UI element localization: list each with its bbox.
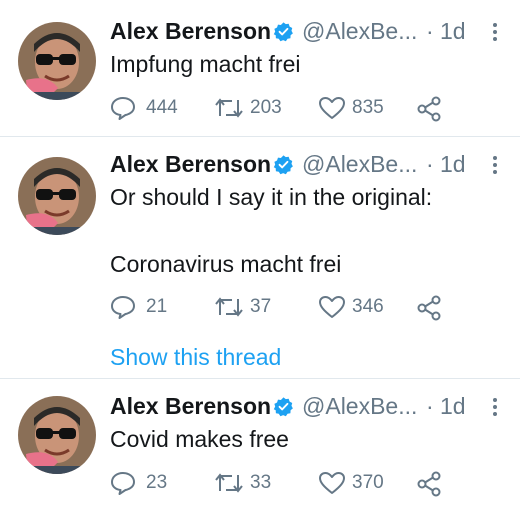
- reply-count: 21: [146, 296, 168, 317]
- separator-dot: ·: [426, 393, 434, 419]
- retweet-icon: [215, 297, 243, 317]
- verified-badge-icon: [273, 397, 293, 417]
- more-options-icon[interactable]: [492, 22, 498, 42]
- avatar[interactable]: [18, 22, 96, 100]
- show-thread-link[interactable]: Show this thread: [110, 342, 281, 372]
- tweet-1[interactable]: Alex Berenson @AlexBe... · 1d Impfung ma…: [0, 0, 520, 136]
- separator-dot: ·: [426, 18, 434, 44]
- author-name[interactable]: Alex Berenson: [110, 16, 271, 46]
- tweet-header: Alex Berenson @AlexBe... · 1d: [110, 391, 520, 421]
- tweet-actions: 21 37 346: [110, 292, 510, 322]
- tweet-header: Alex Berenson @AlexBe... · 1d: [110, 149, 520, 179]
- author-name[interactable]: Alex Berenson: [110, 391, 271, 421]
- timestamp[interactable]: 1d: [440, 16, 466, 46]
- tweet-header: Alex Berenson @AlexBe... · 1d: [110, 16, 520, 46]
- avatar[interactable]: [18, 157, 96, 235]
- share-icon[interactable]: [416, 471, 442, 497]
- avatar[interactable]: [18, 396, 96, 474]
- reply-icon: [111, 97, 135, 120]
- like-count: 835: [352, 97, 384, 118]
- like-icon: [319, 296, 345, 318]
- author-handle[interactable]: @AlexBe...: [302, 391, 417, 421]
- tweet-text: Impfung macht frei: [110, 51, 301, 77]
- verified-badge-icon: [273, 22, 293, 42]
- like-count: 346: [352, 296, 384, 317]
- tweet-text: Covid makes free: [110, 426, 289, 452]
- verified-badge-icon: [273, 155, 293, 175]
- reply-count: 23: [146, 472, 168, 493]
- timestamp[interactable]: 1d: [440, 149, 466, 179]
- author-name[interactable]: Alex Berenson: [110, 149, 271, 179]
- share-icon[interactable]: [416, 295, 442, 321]
- retweet-count: 33: [250, 472, 272, 493]
- reply-count: 444: [146, 97, 178, 118]
- retweet-icon: [215, 473, 243, 493]
- share-icon[interactable]: [416, 96, 442, 122]
- tweet-text-line-1: Or should I say it in the original:: [110, 184, 433, 210]
- like-icon: [319, 472, 345, 494]
- retweet-count: 203: [250, 97, 282, 118]
- separator-dot: ·: [426, 151, 434, 177]
- reply-icon: [111, 472, 135, 495]
- author-handle[interactable]: @AlexBe...: [302, 16, 417, 46]
- tweet-text-line-2: Coronavirus macht frei: [110, 251, 342, 277]
- tweet-2[interactable]: Alex Berenson @AlexBe... · 1d Or should …: [0, 137, 520, 377]
- reply-icon: [111, 296, 135, 319]
- tweet-actions: 23 33 370: [110, 468, 510, 498]
- timestamp[interactable]: 1d: [440, 391, 466, 421]
- retweet-count: 37: [250, 296, 272, 317]
- tweet-actions: 444 203 835: [110, 93, 510, 123]
- retweet-icon: [215, 98, 243, 118]
- like-count: 370: [352, 472, 384, 493]
- author-handle[interactable]: @AlexBe...: [302, 149, 417, 179]
- tweet-3[interactable]: Alex Berenson @AlexBe... · 1d Covid make…: [0, 379, 520, 520]
- more-options-icon[interactable]: [492, 155, 498, 175]
- more-options-icon[interactable]: [492, 397, 498, 417]
- like-icon: [319, 97, 345, 119]
